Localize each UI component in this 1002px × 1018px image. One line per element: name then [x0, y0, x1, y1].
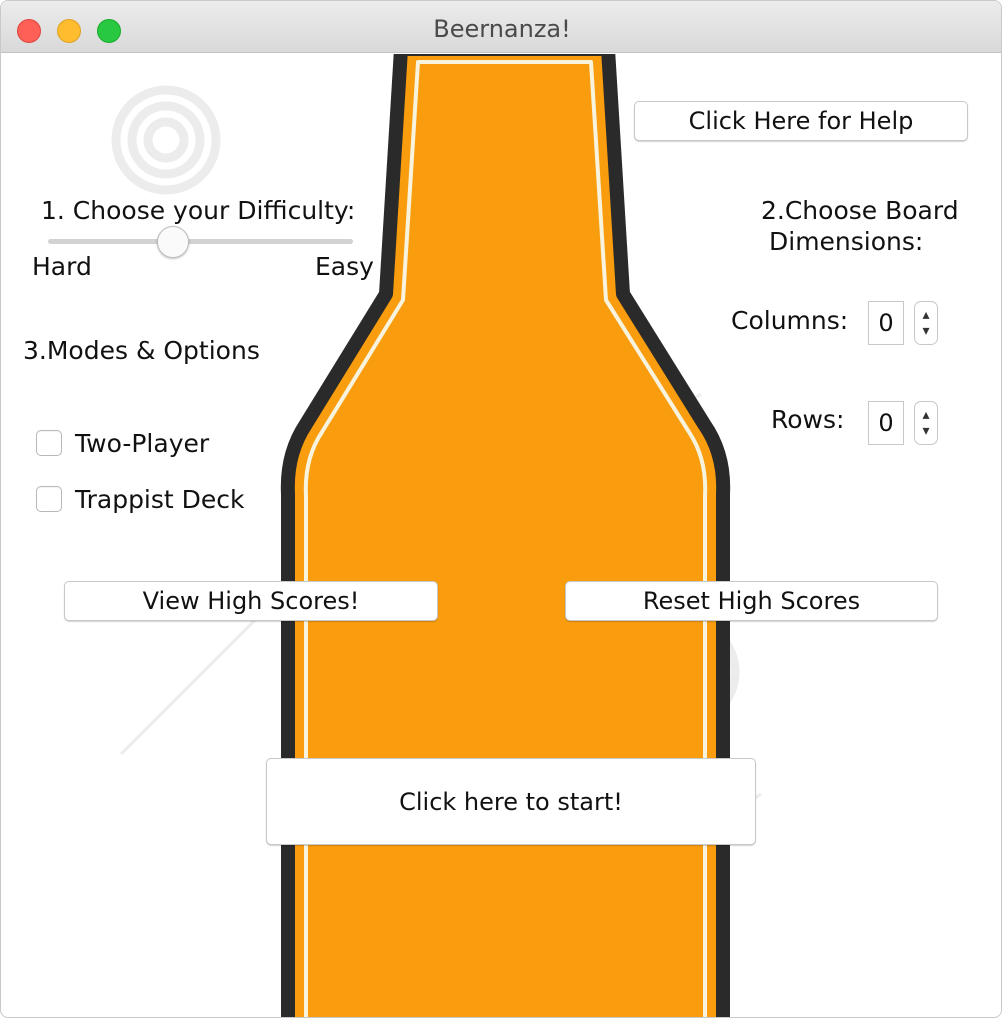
title-bar: Beernanza!	[1, 1, 1001, 53]
rows-label: Rows:	[771, 405, 845, 434]
difficulty-slider-track[interactable]	[48, 239, 353, 244]
two-player-checkbox[interactable]	[36, 430, 62, 456]
view-high-scores-button[interactable]: View High Scores!	[64, 581, 438, 621]
trappist-deck-label[interactable]: Trappist Deck	[75, 485, 245, 514]
start-button[interactable]: Click here to start!	[266, 758, 756, 845]
rows-spinner-arrows[interactable]: ▴ ▾	[914, 401, 938, 445]
difficulty-hard-label: Hard	[32, 252, 92, 281]
columns-label: Columns:	[731, 306, 849, 335]
chevron-down-icon[interactable]: ▾	[922, 323, 929, 339]
difficulty-slider-thumb[interactable]	[157, 226, 190, 258]
columns-spinner-field[interactable]: 0	[868, 301, 904, 345]
modes-heading: 3.Modes & Options	[23, 336, 260, 365]
bottle-inner-rim	[303, 60, 708, 1017]
two-player-label[interactable]: Two-Player	[75, 429, 209, 458]
trappist-deck-checkbox[interactable]	[36, 486, 62, 512]
help-button[interactable]: Click Here for Help	[634, 101, 968, 141]
difficulty-easy-label: Easy	[315, 252, 374, 281]
chevron-up-icon[interactable]: ▴	[922, 407, 929, 423]
chevron-up-icon[interactable]: ▴	[922, 307, 929, 323]
app-window: Beernanza! Click Here for Help 1. Choose…	[0, 0, 1002, 1018]
window-title: Beernanza!	[433, 15, 571, 43]
reset-high-scores-button[interactable]: Reset High Scores	[565, 581, 938, 621]
rows-spinner-field[interactable]: 0	[868, 401, 904, 445]
board-heading-line2: Dimensions:	[769, 227, 924, 256]
columns-spinner-arrows[interactable]: ▴ ▾	[914, 301, 938, 345]
main-panel: Click Here for Help 1. Choose your Diffi…	[1, 54, 1001, 1017]
board-heading-line1: 2.Choose Board	[761, 196, 959, 225]
difficulty-heading: 1. Choose your Difficulty:	[41, 196, 356, 225]
chevron-down-icon[interactable]: ▾	[922, 423, 929, 439]
